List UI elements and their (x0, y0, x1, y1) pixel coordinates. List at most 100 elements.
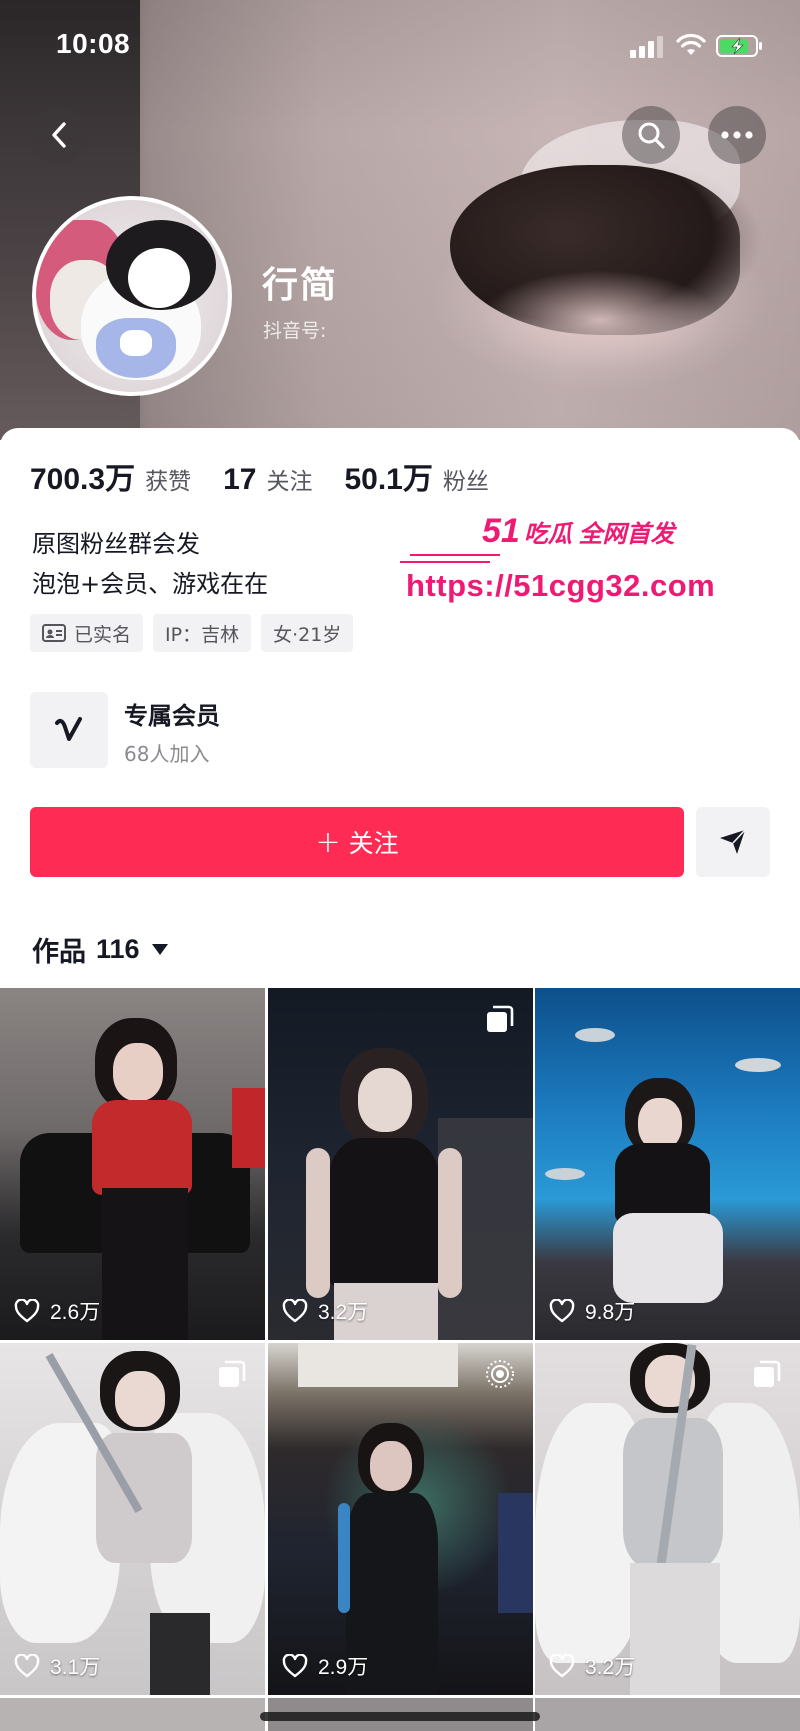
profile-stats: 700.3万 获赞 17 关注 50.1万 粉丝 (30, 454, 521, 498)
video-thumbnail[interactable]: 9.8万 (535, 988, 800, 1340)
watermark-overlay: 51 吃瓜 全网首发 https://51cgg32.com (400, 512, 730, 612)
caret-down-icon (151, 944, 168, 955)
video-thumbnail[interactable] (535, 1698, 800, 1731)
bio-line: 原图粉丝群会发 (32, 530, 200, 558)
thumbnail-art (338, 1503, 350, 1613)
cellular-signal-icon (630, 36, 663, 58)
status-time: 10:08 (56, 28, 131, 59)
thumbnail-art (113, 1043, 163, 1101)
like-count: 3.2万 (282, 1296, 368, 1326)
video-thumbnail[interactable] (0, 1698, 265, 1731)
battery-charging-icon (716, 35, 762, 57)
follow-button[interactable]: + 关注 (30, 807, 684, 877)
send-message-button[interactable] (696, 807, 770, 877)
stat-likes[interactable]: 700.3万 获赞 (30, 454, 191, 498)
thumbnail-art (102, 1188, 188, 1340)
thumbnail-art (232, 1088, 265, 1168)
like-count-value: 2.6万 (50, 1301, 101, 1324)
thumbnail-art (613, 1213, 723, 1303)
profile-nickname: 行简 (262, 265, 339, 306)
images-icon (219, 1360, 246, 1387)
works-count: 116 (96, 934, 140, 964)
follow-label: 关注 (348, 829, 399, 858)
stat-following[interactable]: 17 关注 (223, 462, 312, 497)
stat-followers[interactable]: 50.1万 粉丝 (344, 454, 488, 498)
bio-line: 泡泡+会员、游戏在在 (32, 570, 269, 598)
chevron-left-icon (52, 122, 66, 148)
thumbnail-art (306, 1148, 330, 1298)
stat-value: 17 (223, 463, 257, 496)
watermark-brand: 51 吃瓜 全网首发 (482, 512, 675, 551)
thumbnail-art (575, 1028, 615, 1042)
heart-icon (282, 1654, 308, 1678)
membership-title: 专属会员 (124, 702, 220, 730)
stat-value: 700.3万 (30, 463, 136, 496)
profile-bio[interactable]: 原图粉丝群会发 泡泡+会员、游戏在在 (32, 524, 268, 604)
more-dots-icon (721, 131, 753, 139)
avatar-detail (128, 248, 190, 308)
thumbnail-art (498, 1493, 533, 1613)
tag-label: 女·21岁 (273, 623, 342, 646)
tag-label: IP：吉林 (165, 623, 240, 646)
like-count-value: 3.2万 (318, 1301, 369, 1324)
search-button[interactable] (622, 106, 680, 164)
like-count-value: 2.9万 (318, 1656, 369, 1679)
thumbnail-art (735, 1058, 781, 1072)
like-count: 2.6万 (14, 1296, 100, 1326)
paper-plane-icon (720, 829, 746, 854)
thumbnail-art (615, 1143, 710, 1223)
like-count-value: 9.8万 (585, 1301, 636, 1324)
stat-label: 粉丝 (442, 468, 489, 494)
watermark-url: https://51cgg32.com (406, 568, 716, 603)
heart-icon (282, 1299, 308, 1323)
video-thumbnail[interactable]: 2.6万 (0, 988, 265, 1340)
video-thumbnail[interactable]: 3.1万 (0, 1343, 265, 1695)
heart-icon (14, 1654, 40, 1678)
thumbnail-art (545, 1168, 585, 1180)
video-thumbnail[interactable]: 3.2万 (268, 988, 533, 1340)
like-count: 3.2万 (549, 1651, 635, 1681)
thumbnail-art (358, 1068, 412, 1132)
search-icon (638, 122, 665, 149)
thumbnail-art (92, 1100, 192, 1195)
stat-value: 50.1万 (344, 463, 433, 496)
more-options-button[interactable] (708, 106, 766, 164)
like-count-value: 3.1万 (50, 1656, 101, 1679)
video-thumbnail[interactable]: 3.2万 (535, 1343, 800, 1695)
v-logo-icon (55, 717, 82, 741)
thumbnail-art (438, 1148, 462, 1298)
tag-verified: 已实名 (30, 614, 144, 652)
thumbnail-art (150, 1613, 210, 1695)
douyin-id-label[interactable]: 抖音号: (263, 316, 326, 343)
avatar-detail (120, 330, 152, 356)
heart-icon (549, 1654, 575, 1678)
status-bar: 10:08 (0, 0, 800, 96)
video-thumbnail[interactable]: 2.9万 (268, 1343, 533, 1695)
works-tab[interactable]: 作品 116 (32, 930, 168, 969)
watermark-brand-number: 51 (482, 512, 520, 550)
stat-label: 获赞 (145, 468, 192, 494)
exclusive-membership-entry[interactable]: 专属会员 68人加入 (30, 692, 430, 772)
home-indicator[interactable] (260, 1712, 540, 1721)
works-label: 作品 (32, 937, 86, 968)
thumbnail-art (630, 1563, 720, 1695)
watermark-brand-text: 吃瓜 全网首发 (523, 521, 675, 548)
avatar[interactable] (32, 196, 232, 396)
heart-icon (14, 1299, 40, 1323)
images-icon (754, 1360, 781, 1387)
heart-icon (549, 1299, 575, 1323)
like-count: 3.1万 (14, 1651, 100, 1681)
tag-gender-age: 女·21岁 (261, 614, 354, 652)
plus-icon: + (315, 824, 341, 860)
like-count-value: 3.2万 (585, 1656, 636, 1679)
wifi-icon (676, 33, 706, 55)
membership-logo (30, 692, 108, 768)
thumbnail-art (328, 1138, 440, 1288)
thumbnail-art (370, 1441, 412, 1491)
tag-ip-location: IP：吉林 (153, 614, 252, 652)
profile-tags: 已实名 IP：吉林 女·21岁 (30, 614, 363, 652)
like-count: 2.9万 (282, 1651, 368, 1681)
back-button[interactable] (30, 106, 88, 164)
thumbnail-art (298, 1343, 458, 1387)
stat-label: 关注 (266, 468, 313, 494)
